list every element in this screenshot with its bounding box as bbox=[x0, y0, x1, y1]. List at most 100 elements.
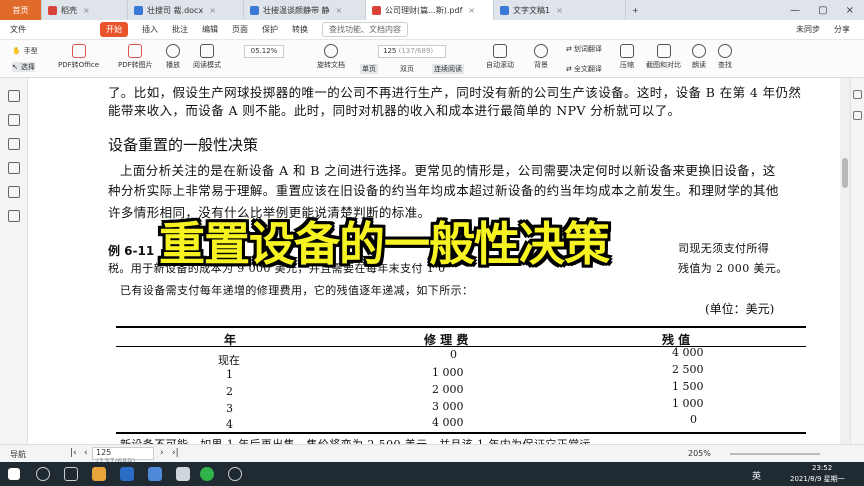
tab-home[interactable]: 首页 bbox=[0, 0, 42, 20]
search-input[interactable]: 查找功能、文档内容 bbox=[322, 22, 408, 37]
maximize-button[interactable]: ▢ bbox=[818, 5, 827, 16]
find-button[interactable]: 查找 bbox=[718, 44, 732, 70]
scrollbar-thumb[interactable] bbox=[842, 158, 848, 188]
close-icon[interactable]: × bbox=[209, 6, 216, 15]
single-label: 单页 bbox=[362, 65, 376, 73]
table-rule bbox=[116, 432, 806, 434]
double-label: 双页 bbox=[400, 65, 414, 73]
plus-icon: + bbox=[632, 5, 639, 15]
table-cell: 4 000 bbox=[432, 416, 464, 429]
play-button[interactable]: 播放 bbox=[166, 44, 180, 70]
search-icon[interactable] bbox=[36, 467, 50, 481]
background-button[interactable]: 背景 bbox=[534, 44, 548, 70]
tab-label: 首页 bbox=[12, 5, 29, 15]
hand-tool[interactable]: ✋ 手型 bbox=[12, 46, 38, 56]
screenshot-compare-button[interactable]: 截图和对比 bbox=[646, 44, 681, 70]
layers-icon[interactable] bbox=[853, 111, 862, 120]
toolbar: ✋ 手型 ↖ 选择 PDF转Office PDF转图片 播放 阅读模式 05.12%… bbox=[0, 40, 864, 78]
tab-docx[interactable]: 壮搜司 裁.docx × bbox=[128, 0, 244, 20]
menu-edit[interactable]: 编辑 bbox=[202, 24, 218, 35]
single-page-button[interactable]: 单页 bbox=[360, 64, 378, 74]
read-aloud-label: 朗读 bbox=[692, 61, 706, 69]
clock-date[interactable]: 2021/8/9 星期一 bbox=[790, 474, 845, 484]
rotate-label: 旋转文档 bbox=[317, 61, 345, 69]
app-icon[interactable] bbox=[176, 467, 190, 481]
tab-doc2[interactable]: 壮接温谈颜静带 静 × bbox=[244, 0, 366, 20]
new-tab-button[interactable]: + bbox=[626, 0, 645, 20]
scissors-icon bbox=[656, 44, 671, 58]
table-cell: 2 500 bbox=[672, 363, 704, 376]
last-page-icon[interactable]: ›| bbox=[172, 448, 179, 458]
menu-start[interactable]: 开始 bbox=[100, 22, 128, 37]
first-page-icon[interactable]: |‹ bbox=[70, 448, 77, 458]
menu-page[interactable]: 页面 bbox=[232, 24, 248, 35]
task-view-icon[interactable] bbox=[64, 467, 78, 481]
thumbnail-icon[interactable] bbox=[7, 114, 20, 126]
comment-icon[interactable] bbox=[7, 138, 20, 150]
zoom-level[interactable]: 205% bbox=[688, 449, 711, 458]
close-icon[interactable]: × bbox=[83, 6, 90, 15]
table-cell: 0 bbox=[690, 413, 697, 426]
next-page-icon[interactable]: › bbox=[160, 448, 164, 458]
bookmark-icon[interactable] bbox=[7, 90, 20, 102]
double-page-button[interactable]: 双页 bbox=[400, 64, 414, 74]
menu-insert[interactable]: 插入 bbox=[142, 24, 158, 35]
auto-scroll-button[interactable]: 自动滚动 bbox=[486, 44, 514, 70]
rotate-button[interactable]: 旋转文档 bbox=[317, 44, 345, 70]
signature-icon[interactable] bbox=[7, 210, 20, 222]
pdf-convert-icon bbox=[71, 44, 86, 58]
close-window-button[interactable]: × bbox=[846, 5, 854, 16]
body-text: 种分析实际上非常易于理解。重置应该在旧设备的约当年均成本超过新设备的约当年均成本… bbox=[108, 183, 779, 198]
body-text: 能带来收入，而设备 A 则不能。此时，同时对机器的收入和成本进行最简单的 NPV… bbox=[108, 103, 681, 118]
word-translate-button[interactable]: ⇄ 划词翻译 bbox=[566, 44, 602, 54]
nav-button[interactable]: 导航 bbox=[10, 449, 26, 460]
attachment-icon[interactable] bbox=[7, 186, 20, 198]
menu-protect[interactable]: 保护 bbox=[262, 24, 278, 35]
continuous-label: 连续阅读 bbox=[434, 65, 462, 73]
continuous-read-button[interactable]: 连续阅读 bbox=[432, 64, 464, 74]
edge-icon[interactable] bbox=[120, 467, 134, 481]
share-button[interactable]: 分享 bbox=[834, 24, 850, 35]
tab-pdf[interactable]: 公司理财(篇...斯).pdf × bbox=[366, 0, 494, 20]
status-page-input[interactable]: 125 (137/689) bbox=[92, 447, 154, 466]
close-icon[interactable]: × bbox=[556, 6, 563, 15]
menu-convert[interactable]: 转换 bbox=[292, 24, 308, 35]
tab-daoke[interactable]: 稻壳 × bbox=[42, 0, 128, 20]
word-doc-icon bbox=[250, 5, 259, 15]
menu-comment[interactable]: 批注 bbox=[172, 24, 188, 35]
pdf-image-label: PDF转图片 bbox=[118, 61, 153, 69]
read-mode-button[interactable]: 阅读模式 bbox=[193, 44, 221, 70]
status-bar: 导航 |‹ ‹ 125 (137/689) › ›| 205% bbox=[0, 444, 864, 466]
input-language[interactable]: 英 bbox=[752, 469, 761, 482]
zoom-input[interactable]: 05.12% bbox=[244, 45, 284, 58]
full-translate-label: 全文翻译 bbox=[573, 65, 602, 73]
zoom-slider[interactable] bbox=[730, 453, 820, 455]
menu-file[interactable]: 文件 bbox=[10, 24, 26, 35]
settings-icon[interactable] bbox=[853, 90, 862, 99]
close-icon[interactable]: × bbox=[468, 6, 475, 15]
pdf-to-image-button[interactable]: PDF转图片 bbox=[118, 44, 153, 70]
search-icon[interactable] bbox=[7, 162, 20, 174]
vertical-scrollbar[interactable] bbox=[840, 78, 850, 444]
close-icon[interactable]: × bbox=[336, 6, 343, 15]
wechat-icon[interactable] bbox=[200, 467, 214, 481]
windows-start-icon[interactable] bbox=[8, 468, 20, 480]
minimize-button[interactable]: — bbox=[790, 5, 800, 16]
table-cell: 0 bbox=[450, 348, 457, 361]
clock-time[interactable]: 23:52 bbox=[812, 464, 832, 472]
select-tool[interactable]: ↖ 选择 bbox=[12, 62, 35, 72]
prev-page-icon[interactable]: ‹ bbox=[84, 448, 88, 458]
app-icon[interactable] bbox=[228, 467, 242, 481]
daoke-icon bbox=[48, 5, 57, 15]
file-explorer-icon[interactable] bbox=[92, 467, 106, 481]
table-rule bbox=[116, 326, 806, 328]
pdf-to-office-button[interactable]: PDF转Office bbox=[58, 44, 99, 70]
compress-button[interactable]: 压缩 bbox=[620, 44, 634, 70]
app-icon[interactable] bbox=[148, 467, 162, 481]
read-aloud-button[interactable]: 朗读 bbox=[692, 44, 706, 70]
page-input[interactable]: 125 (137/689) bbox=[378, 45, 446, 58]
sync-status[interactable]: 未同步 bbox=[796, 24, 820, 35]
full-translate-button[interactable]: ⇄ 全文翻译 bbox=[566, 64, 602, 74]
hand-label: 手型 bbox=[23, 47, 38, 55]
tab-wendang[interactable]: 文字文稿1 × bbox=[494, 0, 626, 20]
